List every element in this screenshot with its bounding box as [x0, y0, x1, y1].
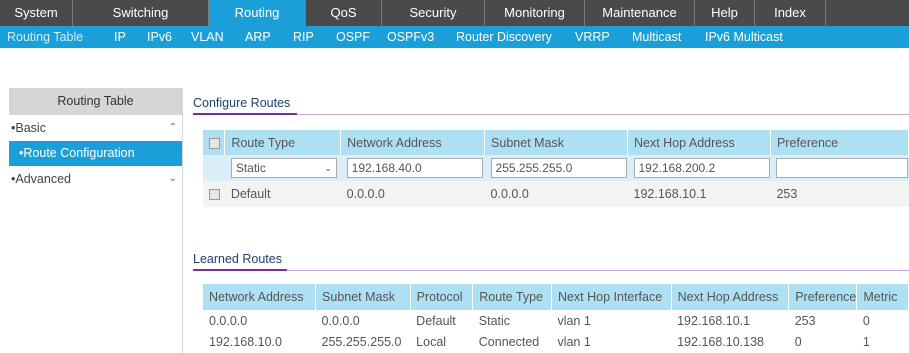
- col-route-type: Route Type: [224, 130, 342, 155]
- cell-network-address: 0.0.0.0: [340, 181, 485, 207]
- tab-help[interactable]: Help: [695, 0, 755, 26]
- row-select-cell: [203, 181, 225, 207]
- edit-row-spacer: [203, 155, 225, 181]
- subnav-router-discovery[interactable]: Router Discovery: [456, 26, 552, 48]
- sidebar-item-label: Basic: [15, 121, 46, 135]
- col-next-hop-address: Next Hop Address: [671, 284, 790, 310]
- configure-routes-table: Route Type Network Address Subnet Mask N…: [203, 130, 909, 207]
- tab-maintenance[interactable]: Maintenance: [585, 0, 695, 26]
- subnet-mask-input[interactable]: 255.255.255.0: [490, 158, 627, 178]
- col-route-type: Route Type: [472, 284, 552, 310]
- tab-system[interactable]: System: [0, 0, 73, 26]
- col-protocol: Protocol: [410, 284, 474, 310]
- select-all-cell[interactable]: [203, 130, 226, 155]
- sidebar: Routing Table •Basic ⌃ •Route Configurat…: [9, 88, 183, 353]
- chevron-down-icon: ⌄: [168, 173, 177, 184]
- subnav-multicast[interactable]: Multicast: [632, 26, 681, 48]
- cell-route-type: Default: [224, 181, 341, 207]
- cell-next-hop-address: 192.168.10.1: [627, 181, 771, 207]
- preference-input[interactable]: [776, 158, 909, 178]
- sidebar-item-label: Route Configuration: [23, 146, 135, 160]
- col-network-address: Network Address: [340, 130, 486, 155]
- cell-metric: 1: [862, 334, 870, 349]
- tab-routing[interactable]: Routing: [209, 0, 306, 26]
- col-subnet-mask: Subnet Mask: [315, 284, 411, 310]
- sidebar-item-basic[interactable]: •Basic ⌃: [9, 115, 182, 141]
- tab-qos[interactable]: QoS: [306, 0, 382, 26]
- subnav-ospfv3[interactable]: OSPFv3: [387, 26, 434, 48]
- network-address-input[interactable]: 192.168.40.0: [346, 158, 483, 178]
- sidebar-item-advanced[interactable]: •Advanced ⌄: [9, 166, 182, 192]
- subnet-mask-cell: 255.255.255.0: [484, 155, 628, 181]
- cell-next-hop-address: 192.168.10.138: [677, 334, 764, 349]
- network-address-cell: 192.168.40.0: [340, 155, 485, 181]
- cell-route-type: Static: [478, 313, 511, 328]
- col-preference: Preference: [788, 284, 858, 310]
- subnav-vlan[interactable]: VLAN: [191, 26, 224, 48]
- cell-next-hop-interface: vlan 1: [557, 334, 591, 349]
- subnav-ipv6-multicast[interactable]: IPv6 Multicast: [705, 26, 783, 48]
- cell-subnet-mask: 0.0.0.0: [484, 181, 628, 207]
- next-hop-address-input[interactable]: 192.168.200.2: [633, 158, 770, 178]
- chevron-down-icon: ⌄: [324, 163, 332, 173]
- preference-cell: [770, 155, 909, 181]
- table-row: 0.0.0.0 0.0.0.0 Default Static vlan 1 19…: [203, 310, 909, 331]
- cell-protocol: Local: [416, 334, 447, 349]
- table-header-row: Network Address Subnet Mask Protocol Rou…: [203, 284, 909, 310]
- subnav-routing-table[interactable]: Routing Table: [7, 26, 83, 48]
- cell-preference: 0: [794, 334, 802, 349]
- sidebar-item-label: Advanced: [15, 172, 71, 186]
- configure-routes-divider: [193, 114, 909, 115]
- subnav-rip[interactable]: RIP: [293, 26, 314, 48]
- col-subnet-mask: Subnet Mask: [484, 130, 628, 155]
- subnav-ipv6[interactable]: IPv6: [147, 26, 172, 48]
- sidebar-title: Routing Table: [9, 88, 182, 115]
- col-metric: Metric: [856, 284, 909, 310]
- route-type-value: Static: [235, 161, 266, 175]
- learned-routes-underline: [193, 269, 287, 271]
- row-checkbox[interactable]: [209, 189, 220, 201]
- tab-security[interactable]: Security: [382, 0, 485, 26]
- subnav-vrrp[interactable]: VRRP: [575, 26, 610, 48]
- cell-next-hop-address: 192.168.10.1: [677, 313, 751, 328]
- cell-subnet-mask: 255.255.255.0: [321, 334, 402, 349]
- configure-routes-underline: [193, 113, 297, 115]
- cell-protocol: Default: [416, 313, 456, 328]
- col-network-address: Network Address: [203, 284, 317, 310]
- cell-network-address: 192.168.10.0: [209, 334, 282, 349]
- top-nav: System Switching Routing QoS Security Mo…: [0, 0, 909, 26]
- next-hop-cell: 192.168.200.2: [627, 155, 771, 181]
- sidebar-item-route-configuration[interactable]: •Route Configuration: [9, 141, 182, 166]
- subnav-ospf[interactable]: OSPF: [336, 26, 370, 48]
- cell-next-hop-interface: vlan 1: [557, 313, 591, 328]
- tab-monitoring[interactable]: Monitoring: [485, 0, 585, 26]
- cell-metric: 0: [862, 313, 870, 328]
- table-row: 192.168.10.0 255.255.255.0 Local Connect…: [203, 331, 909, 352]
- cell-network-address: 0.0.0.0: [209, 313, 248, 328]
- edit-row: Static ⌄ 192.168.40.0 255.255.255.0 192.…: [203, 155, 909, 181]
- subnav-arp[interactable]: ARP: [245, 26, 271, 48]
- configure-routes-title: Configure Routes: [193, 96, 291, 110]
- table-row: Default 0.0.0.0 0.0.0.0 192.168.10.1 253: [203, 181, 909, 207]
- learned-routes-title: Learned Routes: [193, 252, 282, 266]
- route-type-cell: Static ⌄: [224, 155, 341, 181]
- learned-routes-divider: [193, 270, 909, 271]
- col-preference: Preference: [770, 130, 909, 155]
- route-type-select[interactable]: Static ⌄: [230, 158, 337, 178]
- col-next-hop-interface: Next Hop Interface: [551, 284, 672, 310]
- cell-preference: 253: [794, 313, 816, 328]
- cell-preference: 253: [770, 181, 909, 207]
- subnav-ip[interactable]: IP: [114, 26, 126, 48]
- cell-route-type: Connected: [478, 334, 540, 349]
- tab-index[interactable]: Index: [755, 0, 826, 26]
- tab-switching[interactable]: Switching: [73, 0, 209, 26]
- sub-nav: Routing Table IP IPv6 VLAN ARP RIP OSPF …: [0, 26, 909, 48]
- select-all-checkbox[interactable]: [209, 137, 220, 149]
- table-header-row: Route Type Network Address Subnet Mask N…: [203, 130, 909, 155]
- learned-routes-table: Network Address Subnet Mask Protocol Rou…: [203, 284, 909, 352]
- col-next-hop-address: Next Hop Address: [627, 130, 771, 155]
- cell-subnet-mask: 0.0.0.0: [321, 313, 360, 328]
- chevron-up-icon: ⌃: [168, 122, 177, 133]
